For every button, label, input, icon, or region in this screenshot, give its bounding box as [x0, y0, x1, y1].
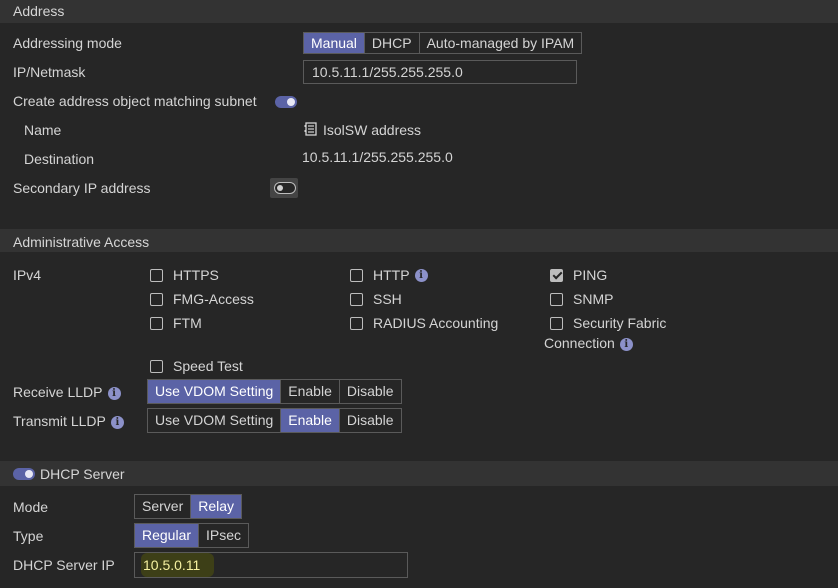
- checkbox-speed-test-label: Speed Test: [173, 358, 243, 374]
- checkbox-http[interactable]: HTTP i: [350, 267, 428, 283]
- checkbox-ssh-label: SSH: [373, 291, 402, 307]
- receive-lldp-label-wrap: Receive LLDP i: [13, 384, 121, 400]
- checkbox-ping-box[interactable]: [550, 268, 563, 282]
- transmit-lldp-label: Transmit LLDP: [13, 413, 106, 429]
- admin-access-section-title: Administrative Access: [13, 234, 150, 250]
- ipv4-label: IPv4: [13, 267, 42, 283]
- secondary-ip-toggle-wrap: [270, 178, 298, 198]
- checkbox-radius-label: RADIUS Accounting: [373, 315, 499, 331]
- info-icon[interactable]: i: [414, 268, 428, 282]
- dhcp-section-title: DHCP Server: [40, 466, 125, 482]
- checkbox-http-label: HTTP: [373, 267, 410, 283]
- ip-netmask-input[interactable]: 10.5.11.1/255.255.255.0: [303, 60, 577, 84]
- checkbox-security-fabric[interactable]: Security Fabric: [550, 315, 666, 331]
- dhcp-type-selector: Regular IPsec: [134, 523, 250, 548]
- address-book-icon: [304, 122, 317, 136]
- checkbox-ftm-box[interactable]: [150, 316, 163, 330]
- receive-lldp-selector: Use VDOM Setting Enable Disable: [147, 379, 402, 404]
- addressing-mode-selector: Manual DHCP Auto-managed by IPAM: [303, 32, 583, 54]
- destination-value: 10.5.11.1/255.255.255.0: [302, 149, 453, 165]
- dhcp-mode-server[interactable]: Server: [135, 495, 190, 518]
- dhcp-type-label: Type: [13, 528, 44, 544]
- ip-netmask-label: IP/Netmask: [13, 64, 86, 80]
- create-object-label: Create address object matching subnet: [13, 93, 257, 109]
- dhcp-server-toggle[interactable]: [13, 468, 35, 480]
- name-value[interactable]: IsolSW address: [304, 122, 421, 138]
- checkbox-security-fabric-label-line1: Security Fabric: [573, 315, 667, 331]
- dhcp-type-ipsec[interactable]: IPsec: [198, 524, 248, 547]
- security-fabric-label-line2-wrap: Connection i: [544, 335, 633, 351]
- admin-access-section-header: Administrative Access: [0, 229, 838, 252]
- checkbox-snmp-box[interactable]: [550, 292, 563, 306]
- addressing-mode-ipam[interactable]: Auto-managed by IPAM: [418, 33, 582, 53]
- receive-lldp-label: Receive LLDP: [13, 384, 103, 400]
- checkbox-snmp[interactable]: SNMP: [550, 291, 613, 307]
- checkbox-https-label: HTTPS: [173, 267, 219, 283]
- checkbox-security-fabric-box[interactable]: [550, 316, 563, 330]
- dhcp-mode-label: Mode: [13, 499, 49, 515]
- dhcp-server-ip-input[interactable]: 10.5.0.11: [134, 552, 408, 578]
- checkbox-ping-label: PING: [573, 267, 608, 283]
- address-section-title: Address: [13, 3, 65, 19]
- create-object-toggle[interactable]: [275, 96, 297, 108]
- transmit-lldp-label-wrap: Transmit LLDP i: [13, 413, 124, 429]
- name-label: Name: [24, 122, 62, 138]
- dhcp-type-regular[interactable]: Regular: [135, 524, 199, 547]
- destination-label: Destination: [24, 151, 95, 167]
- addressing-mode-dhcp[interactable]: DHCP: [363, 33, 419, 53]
- info-icon[interactable]: i: [619, 338, 633, 351]
- dhcp-mode-relay[interactable]: Relay: [190, 495, 242, 518]
- dhcp-mode-selector: Server Relay: [134, 494, 243, 519]
- secondary-ip-label: Secondary IP address: [13, 180, 151, 196]
- checkbox-https-box[interactable]: [150, 268, 163, 282]
- checkbox-snmp-label: SNMP: [573, 291, 614, 307]
- checkbox-http-box[interactable]: [350, 268, 363, 282]
- checkbox-ping[interactable]: PING: [550, 267, 607, 283]
- checkbox-radius-accounting[interactable]: RADIUS Accounting: [350, 315, 498, 331]
- checkbox-fmg-label: FMG-Access: [173, 291, 254, 307]
- checkbox-fmg-access[interactable]: FMG-Access: [150, 291, 254, 307]
- transmit-lldp-use-vdom[interactable]: Use VDOM Setting: [148, 409, 280, 432]
- checkbox-https[interactable]: HTTPS: [150, 267, 219, 283]
- checkbox-fmg-box[interactable]: [150, 292, 163, 306]
- dhcp-server-ip-label: DHCP Server IP: [13, 557, 115, 573]
- address-section-header: Address: [0, 0, 838, 23]
- secondary-ip-toggle[interactable]: [274, 182, 296, 194]
- dhcp-section-header: DHCP Server: [0, 461, 838, 486]
- info-icon[interactable]: i: [107, 387, 121, 400]
- info-icon[interactable]: i: [110, 416, 124, 429]
- checkbox-ftm-label: FTM: [173, 315, 202, 331]
- checkbox-speed-test[interactable]: Speed Test: [150, 358, 243, 374]
- name-value-text: IsolSW address: [323, 122, 422, 138]
- checkbox-ssh[interactable]: SSH: [350, 291, 402, 307]
- transmit-lldp-disable[interactable]: Disable: [338, 409, 401, 432]
- addressing-mode-label: Addressing mode: [13, 35, 122, 51]
- checkbox-ftm[interactable]: FTM: [150, 315, 202, 331]
- transmit-lldp-selector: Use VDOM Setting Enable Disable: [147, 408, 402, 433]
- dhcp-server-ip-value: 10.5.0.11: [141, 553, 215, 577]
- checkbox-ssh-box[interactable]: [350, 292, 363, 306]
- receive-lldp-use-vdom[interactable]: Use VDOM Setting: [148, 380, 281, 403]
- checkbox-security-fabric-label-line2: Connection: [544, 335, 615, 351]
- transmit-lldp-enable[interactable]: Enable: [280, 409, 339, 432]
- receive-lldp-enable[interactable]: Enable: [280, 380, 339, 403]
- receive-lldp-disable[interactable]: Disable: [338, 380, 401, 403]
- addressing-mode-manual[interactable]: Manual: [304, 33, 364, 53]
- checkbox-radius-box[interactable]: [350, 316, 363, 330]
- checkbox-speed-test-box[interactable]: [150, 359, 163, 373]
